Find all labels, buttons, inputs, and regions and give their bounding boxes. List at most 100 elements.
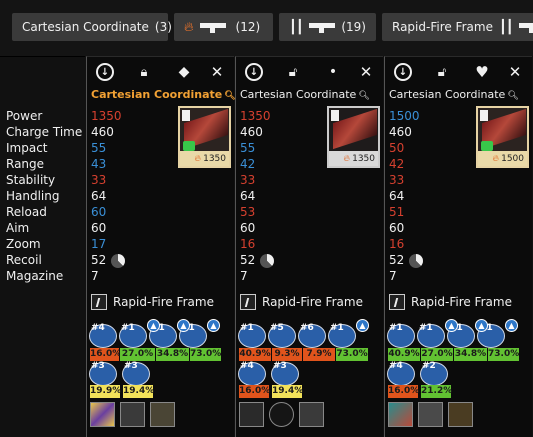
masterwork-corner-icon [331, 110, 339, 121]
pull-item-icon[interactable]: ↓ [394, 63, 412, 81]
item-name[interactable]: Cartesian Coordinate 🔍︎ [389, 88, 519, 101]
stat-range: 42 [240, 157, 256, 171]
catalyst-mod-icon[interactable] [150, 402, 175, 427]
search-icon: 🔍︎ [507, 91, 519, 101]
thumbs-up-icon: ▲ [505, 319, 518, 332]
shader-mod-icon[interactable] [269, 402, 294, 427]
thumbs-up-icon: ▲ [207, 319, 220, 332]
shader-mod-icon[interactable] [418, 402, 443, 427]
frame-icon [240, 294, 256, 310]
perk-barrel[interactable]: #1 [387, 323, 415, 348]
compare-filter-bar: Cartesian Coordinate (3) 🔥︎ (12) ┃┃ (19)… [0, 0, 533, 56]
item-name[interactable]: Cartesian Coordinate 🔍︎ [240, 88, 370, 101]
filter-chip-archetype[interactable]: 🔥︎ (12) [174, 13, 273, 41]
stat-label-column: Power Charge Time Impact Range Stability… [0, 56, 85, 437]
stat-reload: 53 [240, 205, 256, 219]
item-thumbnail[interactable]: 🔥︎ 1500 [476, 106, 529, 168]
stat-impact: 55 [240, 141, 256, 155]
unlock-icon[interactable]: 🔓︎ [433, 63, 451, 81]
perk-roll-pct: 19.9% [90, 385, 122, 398]
frame-icon [389, 294, 405, 310]
filter-chip-frame[interactable]: Rapid-Fire Frame ┃┃ [382, 13, 533, 41]
perk-barrel[interactable]: #1 [238, 323, 266, 348]
search-icon: 🔍︎ [224, 91, 236, 101]
compare-item-column: ↓ 🔒︎ ◆ ✕ Cartesian Coordinate 🔍︎ 🔥︎ 1350 1… [86, 56, 236, 437]
filter-chip-label: Cartesian Coordinate [22, 20, 149, 34]
stat-label-stability: Stability [6, 173, 56, 187]
perk-trait-2[interactable]: #1 [328, 323, 356, 348]
stat-aim: 60 [240, 221, 256, 235]
stat-aim: 60 [389, 221, 405, 235]
dot-icon[interactable]: • [324, 63, 342, 81]
close-icon[interactable]: ✕ [357, 63, 375, 81]
stat-label-magazine: Magazine [6, 269, 64, 283]
item-thumbnail[interactable]: 🔥︎ 1350 [178, 106, 231, 168]
compare-item-column: ↓ 🔓︎ • ✕ Cartesian Coordinate 🔍︎ 🔥︎ 1350 1… [235, 56, 383, 437]
stat-power: 1350 [91, 109, 122, 123]
perk-row2-2[interactable]: #3 [271, 361, 299, 386]
stat-label-handling: Handling [6, 189, 60, 203]
ornament-mod-icon[interactable] [90, 402, 115, 427]
compare-item-column: ↓ 🔓︎ ♥ ✕ Cartesian Coordinate 🔍︎ 🔥︎ 1500 1… [384, 56, 532, 437]
stat-impact: 55 [91, 141, 107, 155]
perk-magazine[interactable]: #1 [119, 323, 147, 348]
perk-trait-1[interactable]: #6 [298, 323, 326, 348]
unlock-icon[interactable]: 🔓︎ [284, 63, 302, 81]
filter-chip-label: Rapid-Fire Frame [392, 20, 493, 34]
masterwork-corner-icon [480, 110, 488, 121]
tag-icon[interactable]: ◆ [175, 63, 193, 81]
item-thumbnail[interactable]: 🔥︎ 1350 [327, 106, 380, 168]
perk-roll-pct: 40.9% [239, 348, 271, 361]
flame-icon: 🔥︎ [194, 153, 202, 164]
stat-stability: 33 [389, 173, 405, 187]
flame-icon: 🔥︎ [184, 19, 194, 35]
catalyst-mod-icon[interactable] [448, 402, 473, 427]
weapon-art [333, 108, 377, 150]
recoil-direction-icon [409, 253, 424, 268]
stat-magazine: 7 [240, 269, 248, 283]
lock-icon[interactable]: 🔒︎ [135, 63, 153, 81]
pull-item-icon[interactable]: ↓ [245, 63, 263, 81]
perk-roll-pct: 16.0% [388, 385, 420, 398]
filter-chip-name[interactable]: Cartesian Coordinate (3) [12, 13, 172, 41]
thumbs-up-icon: ▲ [445, 319, 458, 332]
perk-row2-2[interactable]: #2 [420, 361, 448, 386]
stat-zoom: 16 [240, 237, 256, 251]
stat-recoil: 52 [389, 253, 424, 268]
intrinsic-frame[interactable]: Rapid-Fire Frame [91, 294, 214, 310]
perk-roll-pct: 27.0% [421, 348, 453, 361]
perk-magazine[interactable]: #5 [268, 323, 296, 348]
perk-row2-2[interactable]: #3 [122, 361, 150, 386]
pull-item-icon[interactable]: ↓ [96, 63, 114, 81]
item-name[interactable]: Cartesian Coordinate 🔍︎ [91, 88, 236, 101]
perk-roll-pct: 73.0% [336, 348, 368, 361]
stat-label-charge-time: Charge Time [6, 125, 83, 139]
heart-icon[interactable]: ♥ [473, 63, 491, 81]
ornament-mod-icon[interactable] [388, 402, 413, 427]
filter-chip-weapon-type[interactable]: ┃┃ (19) [279, 13, 376, 41]
perk-row2-1[interactable]: #3 [89, 361, 117, 386]
shader-mod-icon[interactable] [120, 402, 145, 427]
stat-power: 1350 [240, 109, 271, 123]
close-icon[interactable]: ✕ [506, 63, 524, 81]
perk-barrel[interactable]: #4 [89, 323, 117, 348]
intrinsic-frame[interactable]: Rapid-Fire Frame [240, 294, 363, 310]
ornament-mod-icon[interactable] [239, 402, 264, 427]
perk-magazine[interactable]: #1 [417, 323, 445, 348]
stat-label-range: Range [6, 157, 45, 171]
flame-icon: 🔥︎ [492, 153, 500, 164]
stat-label-impact: Impact [6, 141, 48, 155]
filter-chip-count: (12) [235, 20, 261, 34]
perk-roll-pct: 21.2% [421, 385, 453, 398]
perk-row2-1[interactable]: #4 [387, 361, 415, 386]
stat-reload: 51 [389, 205, 405, 219]
stat-zoom: 16 [389, 237, 405, 251]
intrinsic-frame[interactable]: Rapid-Fire Frame [389, 294, 512, 310]
thumbnail-power: 🔥︎ 1350 [329, 151, 378, 166]
ammo-bars-icon: ┃┃ [498, 19, 514, 35]
close-icon[interactable]: ✕ [208, 63, 226, 81]
catalyst-mod-icon[interactable] [299, 402, 324, 427]
perk-row2-1[interactable]: #4 [238, 361, 266, 386]
stat-zoom: 17 [91, 237, 107, 251]
perk-roll-pct: 40.9% [388, 348, 420, 361]
